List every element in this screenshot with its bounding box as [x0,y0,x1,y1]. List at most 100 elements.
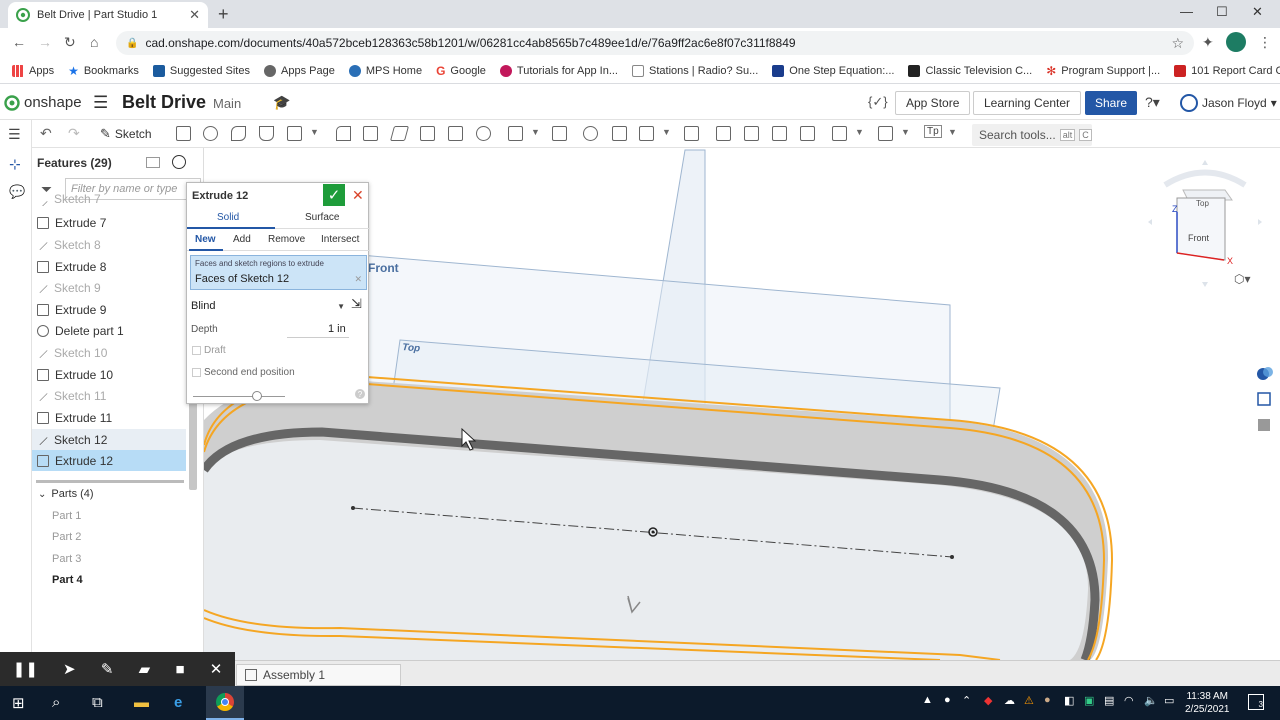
chevron-down-icon[interactable]: ▼ [855,127,864,137]
file-explorer-icon[interactable]: ▬ [134,694,149,711]
view-options-icon[interactable]: ⬡▾ [1234,272,1251,286]
bookmark-google[interactable]: G Google [436,64,486,78]
learning-center-button[interactable]: Learning Center [973,91,1082,115]
undo-icon[interactable]: ↶ [40,125,52,142]
new-tab-icon[interactable]: + [218,4,229,25]
home-icon[interactable]: ⌂ [90,34,98,50]
transform-icon[interactable] [639,126,654,141]
bookmark-stations[interactable]: Stations | Radio? Su... [632,64,758,77]
feature-item[interactable]: Extrude 7 [32,212,186,233]
highlighter-icon[interactable]: ▰ [139,660,151,678]
bookmark-mps-home[interactable]: MPS Home [348,64,422,77]
edge-icon[interactable]: e [174,694,182,711]
sketch-button[interactable]: ✎ Sketch [100,126,152,142]
chevron-down-icon[interactable]: ▼ [531,127,540,137]
chrome-icon[interactable] [206,686,244,720]
shell-icon[interactable] [448,126,463,141]
draft-checkbox[interactable] [192,346,201,355]
bookmark-one-step[interactable]: One Step Equation:... [772,64,894,77]
thicken-icon[interactable] [287,126,302,141]
revolve-icon[interactable] [203,126,218,141]
feature-item[interactable]: Extrude 10 [32,364,186,385]
feature-item[interactable]: Extrude 9 [32,299,186,320]
feature-item[interactable]: Sketch 11 [32,385,186,406]
feature-item[interactable]: Sketch 8 [32,234,186,255]
operation-add[interactable]: Add [233,234,251,245]
taskbar-clock[interactable]: 11:38 AM 2/25/2021 [1185,690,1230,716]
cancel-close-icon[interactable]: ✕ [352,187,364,204]
display-icon[interactable]: ▭ [1164,694,1174,707]
chevron-down-icon[interactable]: ▼ [662,127,671,137]
rollback-timer-icon[interactable] [172,155,186,169]
pen-icon[interactable]: ✎ [101,660,114,678]
part-item[interactable]: Part 4 [52,574,83,586]
volume-icon[interactable]: 🔈 [1144,694,1158,707]
url-field[interactable]: 🔒 cad.onshape.com/documents/40a572bceb12… [116,31,1194,55]
forward-arrow-icon[interactable]: → [38,34,52,50]
bookmark-star-icon[interactable]: ☆ [1171,35,1184,52]
part-item[interactable]: Part 1 [52,510,81,522]
tray-network-icon[interactable]: ☁ [1004,694,1015,707]
draft-icon[interactable] [389,126,410,141]
replace-face-icon[interactable] [800,126,815,141]
feature-item[interactable]: Sketch 9 [32,277,186,298]
operation-remove[interactable]: Remove [268,234,305,245]
feature-item[interactable]: Delete part 1 [32,320,186,341]
microphone-icon[interactable]: ● [944,694,951,706]
operation-new[interactable]: New [195,234,216,245]
dialog-slider-track[interactable] [193,396,285,397]
user-menu[interactable]: Jason Floyd ▾ [1180,94,1277,112]
chamfer-icon[interactable] [363,126,378,141]
bookmark-classic-tv[interactable]: Classic Television C... [908,64,1032,77]
graduation-cap-icon[interactable]: 🎓 [273,94,290,111]
boolean-icon[interactable] [583,126,598,141]
line-endpoint[interactable] [351,506,355,510]
modify-fillet-icon[interactable] [716,126,731,141]
hamburger-menu-icon[interactable]: ☰ [93,93,108,113]
pause-icon[interactable]: ❚❚ [13,660,38,678]
pattern-icon[interactable] [508,126,523,141]
chevron-down-icon[interactable]: ▼ [901,127,910,137]
bookmark-report-card[interactable]: 101 Report Card Co... [1174,64,1280,77]
help-icon[interactable]: ?▾ [1145,94,1160,111]
bookmark-bookmarks[interactable]: ★ Bookmarks [68,64,139,78]
comments-icon[interactable]: 💬 [9,184,25,200]
chevron-down-icon[interactable]: ▼ [948,127,957,137]
bookmark-apps-page[interactable]: Apps Page [264,64,335,77]
fillet-icon[interactable] [336,126,351,141]
hole-icon[interactable] [476,126,491,141]
onshape-logo[interactable]: onshape [4,94,82,111]
part-item[interactable]: Part 2 [52,531,81,543]
rib-icon[interactable] [420,126,435,141]
extensions-icon[interactable]: ✦ [1202,34,1214,51]
loft-icon[interactable] [259,126,274,141]
delete-face-icon[interactable] [744,126,759,141]
variables-icon[interactable]: ⊹ [9,156,21,173]
feature-tree-divider[interactable] [36,480,184,483]
search-icon[interactable]: ⌕ [52,694,60,711]
close-tab-icon[interactable]: ✕ [189,7,200,23]
pointer-icon[interactable]: ➤ [63,660,76,678]
task-view-icon[interactable]: ⧉ [92,694,103,711]
feature-item[interactable]: Sketch 10 [32,342,186,363]
plane-icon[interactable] [832,126,847,141]
reload-icon[interactable]: ↻ [64,34,76,51]
extrude-icon[interactable] [176,126,191,141]
dialog-slider-thumb[interactable] [252,391,263,401]
windows-start-icon[interactable]: ⊞ [12,694,25,712]
tray-app-icon[interactable]: ▲ [922,694,933,706]
browser-tab[interactable]: Belt Drive | Part Studio 1 ✕ [8,2,208,28]
feature-item[interactable]: Extrude 11 [32,407,186,428]
flip-direction-icon[interactable]: ⇲ [351,296,362,312]
profile-avatar[interactable] [1226,32,1246,52]
feature-list-icon[interactable]: ☰ [8,126,21,143]
feature-item[interactable]: Sketch 7 [32,192,186,206]
faces-selection-field[interactable]: Faces and sketch regions to extrude Face… [190,255,367,290]
help-icon[interactable]: ? [355,389,365,399]
branch-name[interactable]: Main [213,96,241,111]
second-end-checkbox[interactable] [192,368,201,377]
share-button[interactable]: Share [1085,91,1137,115]
parts-panel-icon[interactable] [1255,390,1277,410]
mirror-icon[interactable] [552,126,567,141]
depth-input[interactable]: 1 in [328,323,346,335]
